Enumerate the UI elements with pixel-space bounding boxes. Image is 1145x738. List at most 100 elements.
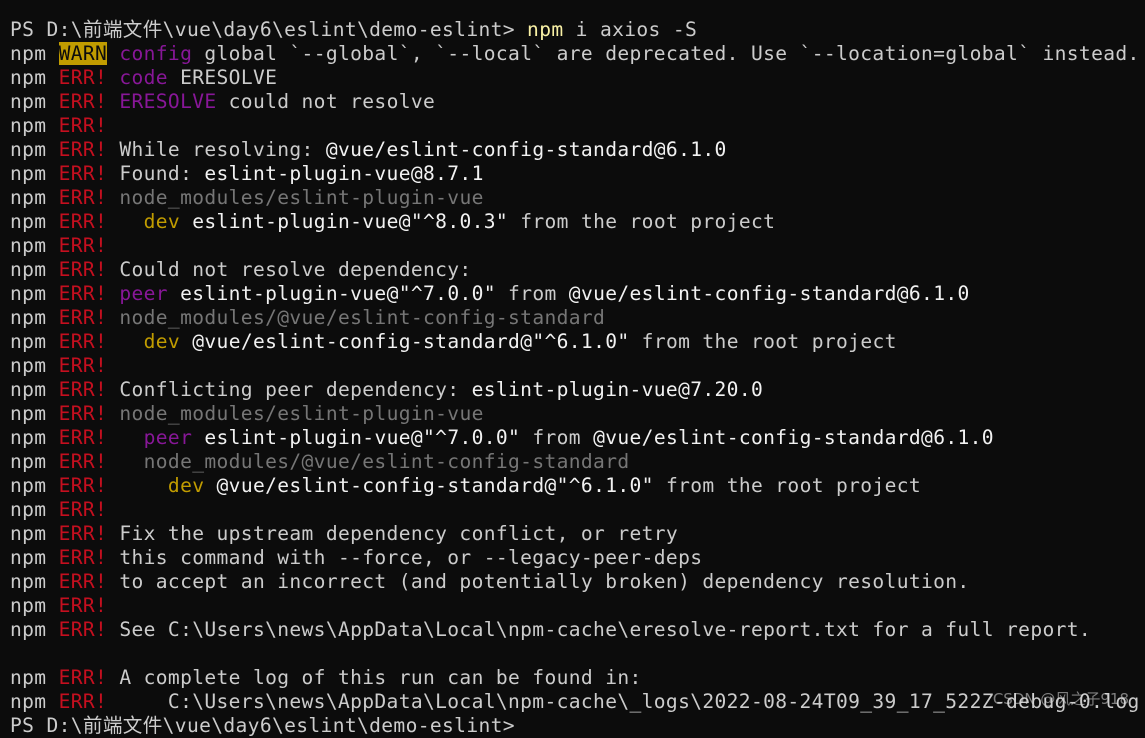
output-line: npm ERR! xyxy=(10,354,1140,378)
output-line: npm ERR! node_modules/eslint-plugin-vue xyxy=(10,402,1140,426)
output-line: npm ERR! peer eslint-plugin-vue@"^7.0.0"… xyxy=(10,426,1140,450)
text: npm xyxy=(10,450,59,473)
text: npm xyxy=(10,474,59,497)
text: npm xyxy=(10,258,59,281)
text xyxy=(107,474,168,497)
text: C:\Users\news\AppData\Local\npm-cache\_l… xyxy=(107,690,1140,713)
text xyxy=(107,330,143,353)
text xyxy=(107,66,119,89)
text: npm xyxy=(10,690,59,713)
output-line: npm ERR! dev eslint-plugin-vue@"^8.0.3" … xyxy=(10,210,1140,234)
text: npm xyxy=(10,330,59,353)
output-line: npm ERR! this command with --force, or -… xyxy=(10,546,1140,570)
text xyxy=(180,330,192,353)
text: npm xyxy=(10,90,59,113)
text: npm xyxy=(10,522,59,545)
text: npm xyxy=(10,306,59,329)
error-label: ERR! xyxy=(58,618,108,641)
error-label: ERR! xyxy=(58,210,108,233)
error-label: ERR! xyxy=(58,378,108,401)
text: See C:\Users\news\AppData\Local\npm-cach… xyxy=(107,618,1092,641)
keyword: peer xyxy=(143,426,193,449)
text: npm xyxy=(10,234,59,257)
text: npm xyxy=(10,162,59,185)
output-line: npm ERR! node_modules/@vue/eslint-config… xyxy=(10,306,1140,330)
text: Conflicting peer dependency: xyxy=(107,378,472,401)
output-line: npm ERR! While resolving: @vue/eslint-co… xyxy=(10,138,1140,162)
text xyxy=(107,426,143,449)
text: npm xyxy=(10,618,59,641)
output-line: npm ERR! See C:\Users\news\AppData\Local… xyxy=(10,618,1140,642)
text xyxy=(107,186,119,209)
text: could not resolve xyxy=(216,90,436,113)
text: Found: xyxy=(107,162,205,185)
text: PS D:\前端文件\vue\day6\eslint\demo-eslint> xyxy=(10,18,528,41)
command: npm xyxy=(527,18,564,41)
text xyxy=(107,210,143,233)
text: npm xyxy=(10,498,59,521)
package-spec: eslint-plugin-vue@7.20.0 xyxy=(471,378,764,401)
output-line: npm ERR! to accept an incorrect (and pot… xyxy=(10,570,1140,594)
package-spec: @vue/eslint-config-standard@"^6.1.0" xyxy=(192,330,630,353)
error-label: ERR! xyxy=(58,474,108,497)
error-label: ERR! xyxy=(58,522,108,545)
text: i axios -S xyxy=(563,18,698,41)
output-line: npm ERR! xyxy=(10,114,1140,138)
output-line: npm ERR! Found: eslint-plugin-vue@8.7.1 xyxy=(10,162,1140,186)
keyword: code xyxy=(119,66,168,89)
text: npm xyxy=(10,114,59,137)
error-label: ERR! xyxy=(58,138,108,161)
text xyxy=(107,282,119,305)
module-path: node_modules/eslint-plugin-vue xyxy=(119,402,484,425)
text: ERESOLVE xyxy=(167,66,278,89)
package-spec: eslint-plugin-vue@"^7.0.0" xyxy=(180,282,496,305)
text: from the root project xyxy=(508,210,776,233)
dev-label: dev xyxy=(167,474,205,497)
text: npm xyxy=(10,402,59,425)
module-path: node_modules/@vue/eslint-config-standard xyxy=(119,306,606,329)
error-label: ERR! xyxy=(58,330,108,353)
output-line: npm ERR! xyxy=(10,234,1140,258)
keyword: config xyxy=(119,42,193,65)
package-spec: eslint-plugin-vue@"^7.0.0" xyxy=(204,426,521,449)
output-line: npm ERR! C:\Users\news\AppData\Local\npm… xyxy=(10,690,1140,714)
terminal-output[interactable]: PS D:\前端文件\vue\day6\eslint\demo-eslint> … xyxy=(10,18,1140,738)
text: from the root project xyxy=(653,474,922,497)
keyword: ERESOLVE xyxy=(119,90,217,113)
text: from xyxy=(520,426,594,449)
text xyxy=(204,474,216,497)
text: from the root project xyxy=(629,330,897,353)
error-label: ERR! xyxy=(58,690,108,713)
output-line: npm ERR! dev @vue/eslint-config-standard… xyxy=(10,330,1140,354)
error-label: ERR! xyxy=(58,354,108,377)
error-label: ERR! xyxy=(58,234,108,257)
text: A complete log of this run can be found … xyxy=(107,666,642,689)
error-label: ERR! xyxy=(58,90,108,113)
text: npm xyxy=(10,186,59,209)
error-label: ERR! xyxy=(58,594,108,617)
warn-label: WARN xyxy=(58,42,108,65)
error-label: ERR! xyxy=(58,114,108,137)
text: PS D:\前端文件\vue\day6\eslint\demo-eslint> xyxy=(10,714,515,737)
package-spec: @vue/eslint-config-standard@6.1.0 xyxy=(593,426,994,449)
error-label: ERR! xyxy=(58,570,108,593)
package-spec: eslint-plugin-vue@8.7.1 xyxy=(204,162,484,185)
watermark: CSDN @风之子918 xyxy=(992,690,1129,708)
module-path: node_modules/eslint-plugin-vue xyxy=(119,186,484,209)
error-label: ERR! xyxy=(58,282,108,305)
text: Fix the upstream dependency conflict, or… xyxy=(107,522,679,545)
text: npm xyxy=(10,138,59,161)
text: this command with --force, or --legacy-p… xyxy=(107,546,703,569)
text: While resolving: xyxy=(107,138,326,161)
text xyxy=(107,306,119,329)
output-line: npm ERR! dev @vue/eslint-config-standard… xyxy=(10,474,1140,498)
text: npm xyxy=(10,426,59,449)
error-label: ERR! xyxy=(58,258,108,281)
dev-label: dev xyxy=(143,210,181,233)
text: npm xyxy=(10,42,59,65)
prompt-line: PS D:\前端文件\vue\day6\eslint\demo-eslint> … xyxy=(10,18,1140,42)
output-line: npm ERR! code ERESOLVE xyxy=(10,66,1140,90)
error-label: ERR! xyxy=(58,66,108,89)
text: npm xyxy=(10,570,59,593)
